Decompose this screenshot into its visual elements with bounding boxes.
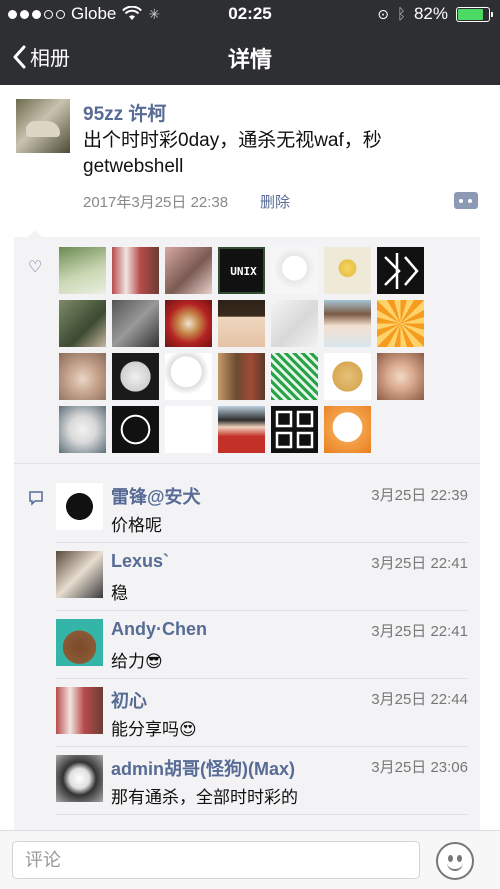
post-text: 出个时时彩0day，通杀无视waf，秒getwebshell bbox=[83, 130, 382, 177]
liker-avatar[interactable] bbox=[271, 247, 318, 294]
comment-divider bbox=[56, 814, 468, 815]
commenter-name[interactable]: 初心 bbox=[111, 687, 147, 713]
liker-avatar[interactable] bbox=[218, 300, 265, 347]
liker-avatar[interactable] bbox=[324, 353, 371, 400]
comment-row[interactable]: admin胡哥(怪狗)(Max) 3月25日 23:06 那有通杀，全部时时彩的 bbox=[56, 747, 468, 815]
liker-avatar[interactable] bbox=[112, 300, 159, 347]
liker-avatar[interactable] bbox=[112, 406, 159, 453]
moment-post: 95zz 许柯 出个时时彩0day，通杀无视waf，秒getwebshell 2… bbox=[0, 85, 500, 837]
commenter-name[interactable]: 雷锋@安犬 bbox=[111, 483, 201, 509]
nav-bar: 相册 详情 bbox=[0, 28, 500, 85]
comment-text: 稳 bbox=[111, 584, 128, 603]
liker-avatar[interactable] bbox=[271, 406, 318, 453]
interaction-panel: ♡ UNIX 雷锋@安犬 3月25日 22:39 价格呢 Lexus` 3月25… bbox=[14, 230, 480, 837]
liker-avatar[interactable] bbox=[377, 247, 424, 294]
liker-avatar[interactable] bbox=[324, 406, 371, 453]
author-avatar[interactable] bbox=[16, 99, 70, 153]
liker-avatar[interactable]: UNIX bbox=[218, 247, 265, 294]
commenter-name[interactable]: Lexus` bbox=[111, 551, 169, 572]
liker-avatar[interactable] bbox=[271, 300, 318, 347]
comment-input[interactable] bbox=[12, 841, 420, 879]
comment-action-button[interactable] bbox=[454, 192, 478, 209]
emoji-button[interactable] bbox=[436, 842, 474, 880]
heart-icon: ♡ bbox=[28, 259, 43, 276]
liker-avatar[interactable] bbox=[377, 300, 424, 347]
commenter-avatar[interactable] bbox=[56, 687, 103, 734]
comment-input-bar bbox=[0, 830, 500, 889]
liker-avatar[interactable] bbox=[59, 353, 106, 400]
commenter-avatar[interactable] bbox=[56, 755, 103, 802]
comment-text: 能分享吗😍 bbox=[111, 720, 197, 739]
comment-time: 3月25日 22:41 bbox=[371, 555, 468, 572]
liker-avatar[interactable] bbox=[218, 353, 265, 400]
unix-label: UNIX bbox=[230, 265, 257, 278]
liker-avatar[interactable] bbox=[59, 300, 106, 347]
post-timestamp: 2017年3月25日 22:38 bbox=[83, 194, 229, 211]
liker-avatar[interactable] bbox=[165, 247, 212, 294]
comment-time: 3月25日 22:39 bbox=[371, 487, 468, 504]
status-bar: Globe ✳ 02:25 ⊙ ᛒ 82% bbox=[0, 0, 500, 28]
liker-avatar[interactable] bbox=[377, 353, 424, 400]
comment-row[interactable]: 雷锋@安犬 3月25日 22:39 价格呢 bbox=[56, 475, 468, 543]
comment-icon bbox=[29, 491, 43, 506]
likes-section: ♡ UNIX bbox=[14, 237, 480, 464]
comment-row[interactable]: Lexus` 3月25日 22:41 稳 bbox=[56, 543, 468, 611]
commenter-avatar[interactable] bbox=[56, 619, 103, 666]
liker-avatar[interactable] bbox=[112, 247, 159, 294]
commenter-name[interactable]: Andy·Chen bbox=[111, 619, 207, 640]
liker-avatar[interactable] bbox=[59, 406, 106, 453]
liker-avatar[interactable] bbox=[165, 300, 212, 347]
comment-row[interactable]: Andy·Chen 3月25日 22:41 给力😎 bbox=[56, 611, 468, 679]
liker-avatar[interactable] bbox=[165, 353, 212, 400]
commenter-avatar[interactable] bbox=[56, 483, 103, 530]
author-name[interactable]: 95zz 许柯 bbox=[83, 99, 166, 126]
comment-text: 给力😎 bbox=[111, 652, 163, 671]
likes-grid: UNIX bbox=[59, 247, 424, 453]
bluetooth-icon: ᛒ bbox=[396, 5, 406, 23]
status-right: ⊙ ᛒ 82% bbox=[377, 4, 493, 24]
comment-row[interactable]: 初心 3月25日 22:44 能分享吗😍 bbox=[56, 679, 468, 747]
page-title: 详情 bbox=[227, 47, 272, 72]
rotation-lock-icon: ⊙ bbox=[377, 5, 389, 22]
comment-text: 那有通杀，全部时时彩的 bbox=[111, 788, 298, 807]
comment-time: 3月25日 23:06 bbox=[371, 759, 468, 776]
liker-avatar[interactable] bbox=[218, 406, 265, 453]
liker-avatar[interactable] bbox=[324, 247, 371, 294]
battery-icon bbox=[456, 6, 493, 22]
comment-text: 价格呢 bbox=[111, 516, 162, 535]
liker-avatar[interactable] bbox=[324, 300, 371, 347]
liker-avatar[interactable] bbox=[112, 353, 159, 400]
comment-time: 3月25日 22:44 bbox=[371, 691, 468, 708]
commenter-name[interactable]: admin胡哥(怪狗)(Max) bbox=[111, 755, 295, 781]
liker-avatar[interactable] bbox=[59, 247, 106, 294]
battery-percent: 82% bbox=[413, 4, 448, 23]
delete-link[interactable]: 删除 bbox=[260, 191, 290, 212]
liker-avatar[interactable] bbox=[165, 406, 212, 453]
comment-time: 3月25日 22:41 bbox=[371, 623, 468, 640]
commenter-avatar[interactable] bbox=[56, 551, 103, 598]
liker-avatar[interactable] bbox=[271, 353, 318, 400]
